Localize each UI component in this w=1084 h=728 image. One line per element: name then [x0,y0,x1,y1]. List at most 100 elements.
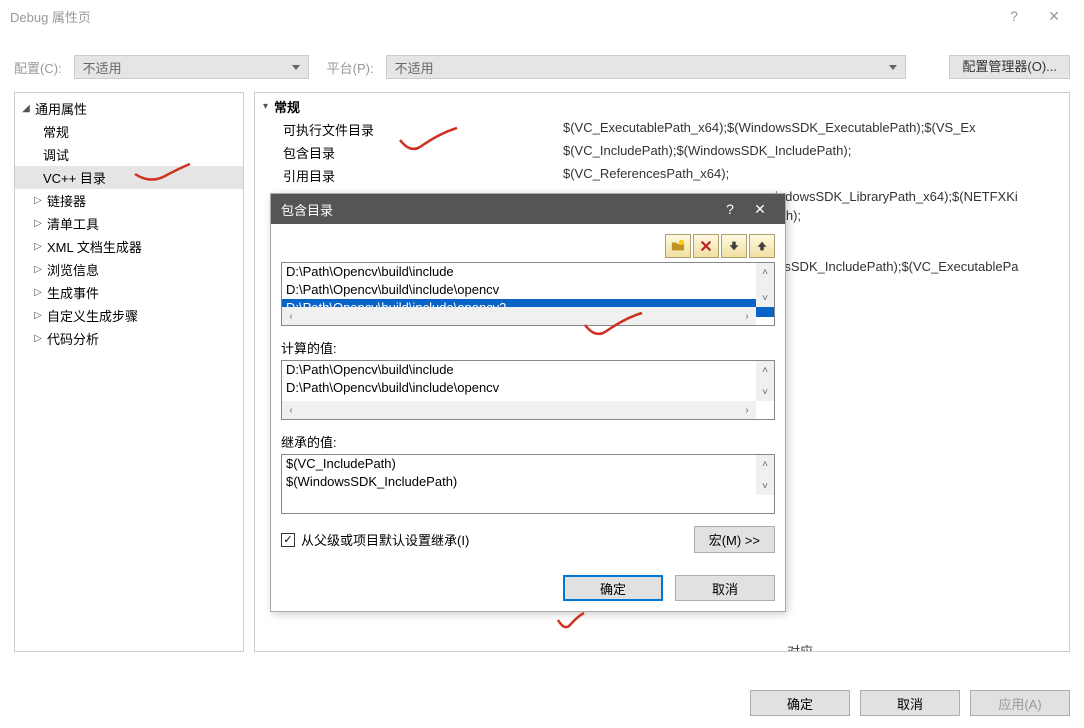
horizontal-scrollbar[interactable]: ‹ › [282,401,756,419]
scroll-up-icon[interactable]: ˄ [756,263,774,281]
toolbar: 配置(C): 不适用 平台(P): 不适用 配置管理器(O)... [0,52,1084,82]
tree-item-label: XML 文档生成器 [47,237,142,256]
expand-arrow-icon: ▷ [33,218,43,229]
tree-item-label: 浏览信息 [47,260,99,279]
inherited-listbox: $(VC_IncludePath)$(WindowsSDK_IncludePat… [281,454,775,514]
tree-item[interactable]: ▷ XML 文档生成器 [15,235,243,258]
tree-panel: ◢ 通用属性 常规调试VC++ 目录▷链接器▷清单工具▷XML 文档生成器▷浏览… [14,92,244,652]
dialog-help-button[interactable]: ? [715,201,745,217]
config-value: 不适用 [83,58,122,77]
inherited-label: 继承的值: [281,432,775,451]
horizontal-scrollbar[interactable]: ‹ › [282,307,756,325]
prop-key: 引用目录 [283,166,563,185]
dialog-header: 包含目录 ? ✕ [271,194,785,224]
tree-item-label: VC++ 目录 [43,168,106,187]
dialog-ok-button[interactable]: 确定 [563,575,663,601]
platform-value: 不适用 [395,58,434,77]
vertical-scrollbar[interactable]: ˄ ˅ [756,263,774,307]
tree-item[interactable]: ▷ 代码分析 [15,327,243,350]
window-title: Debug 属性页 [10,7,994,26]
prop-row[interactable]: 可执行文件目录$(VC_ExecutablePath_x64);$(Window… [255,118,1069,141]
expand-arrow-icon: ▷ [33,195,43,206]
dialog-toolbar [271,224,785,262]
tree-item[interactable]: VC++ 目录 [15,166,243,189]
tree-item[interactable]: ▷自定义生成步骤 [15,304,243,327]
expand-arrow-icon: ▷ [33,241,43,252]
tree-root[interactable]: ◢ 通用属性 [15,97,243,120]
vertical-scrollbar[interactable]: ˄ ˅ [756,455,774,495]
scroll-right-icon[interactable]: › [738,401,756,419]
collapse-arrow-icon: ▾ [263,101,268,112]
tree-root-label: 通用属性 [35,99,87,118]
inherit-label: 从父级或项目默认设置继承(I) [301,530,469,549]
inherit-checkbox[interactable]: ✓ [281,533,295,547]
scroll-right-icon[interactable]: › [738,307,756,325]
computed-label: 计算的值: [281,338,775,357]
scroll-down-icon[interactable]: ˅ [756,477,774,495]
close-button[interactable]: ✕ [1034,8,1074,25]
tree-item[interactable]: ▷ 链接器 [15,189,243,212]
list-item[interactable]: D:\Path\Opencv\build\include [282,263,774,281]
prop-value: indowsSDK_LibraryPath_x64);$(NETFXKi [775,189,1018,204]
prop-value: wsSDK_IncludePath);$(VC_ExecutablePa [775,259,1019,274]
scroll-left-icon[interactable]: ‹ [282,401,300,419]
list-item[interactable]: D:\Path\Opencv\build\include [282,361,774,379]
tree-item-label: 代码分析 [47,329,99,348]
delete-button[interactable] [693,234,719,258]
apply-button[interactable]: 应用(A) [970,690,1070,716]
scroll-down-icon[interactable]: ˅ [756,289,774,307]
macro-button[interactable]: 宏(M) >> [694,526,775,553]
ok-button[interactable]: 确定 [750,690,850,716]
tree-item-label: 常规 [43,122,69,141]
scroll-up-icon[interactable]: ˄ [756,361,774,379]
tree-item-label: 清单工具 [47,214,99,233]
expand-arrow-icon: ▷ [33,310,43,321]
prop-key: 包含目录 [283,143,563,162]
new-folder-button[interactable] [665,234,691,258]
tree-item[interactable]: ▷ 生成事件 [15,281,243,304]
collapse-arrow-icon: ◢ [21,103,31,114]
list-item[interactable]: $(VC_IncludePath) [282,455,774,473]
prop-row[interactable]: 引用目录$(VC_ReferencesPath_x64); [255,164,1069,187]
tree-item[interactable]: ▷ 浏览信息 [15,258,243,281]
expand-arrow-icon: ▷ [33,264,43,275]
dialog-cancel-button[interactable]: 取消 [675,575,775,601]
computed-listbox[interactable]: D:\Path\Opencv\build\includeD:\Path\Open… [281,360,775,420]
expand-arrow-icon: ▷ [33,287,43,298]
prop-row[interactable]: 包含目录$(VC_IncludePath);$(WindowsSDK_Inclu… [255,141,1069,164]
move-up-button[interactable] [749,234,775,258]
tree-item[interactable]: ▷ 清单工具 [15,212,243,235]
tree-item[interactable]: 常规 [15,120,243,143]
prop-value: $(VC_ReferencesPath_x64); [563,166,729,185]
cancel-button[interactable]: 取消 [860,690,960,716]
list-item[interactable]: D:\Path\Opencv\build\include\opencv [282,281,774,299]
paths-listbox[interactable]: D:\Path\Opencv\build\includeD:\Path\Open… [281,262,775,326]
config-combo[interactable]: 不适用 [74,55,309,79]
scroll-down-icon[interactable]: ˅ [756,383,774,401]
dialog-close-button[interactable]: ✕ [745,201,775,218]
titlebar: Debug 属性页 ? ✕ [0,0,1084,32]
tree-item-label: 链接器 [47,191,86,210]
vertical-scrollbar[interactable]: ˄ ˅ [756,361,774,401]
prop-key: 可执行文件目录 [283,120,563,139]
expand-arrow-icon: ▷ [33,333,43,344]
list-item[interactable]: D:\Path\Opencv\build\include\opencv [282,379,774,397]
tree-item-label: 调试 [43,145,69,164]
config-manager-button[interactable]: 配置管理器(O)... [949,55,1070,79]
dialog-footer: 确定 取消 [271,565,785,611]
dialog-title: 包含目录 [281,200,715,219]
help-button[interactable]: ? [994,8,1034,24]
prop-section-header[interactable]: ▾ 常规 [255,95,1069,118]
scroll-left-icon[interactable]: ‹ [282,307,300,325]
scroll-up-icon[interactable]: ˄ [756,455,774,473]
prop-value: $(VC_IncludePath);$(WindowsSDK_IncludePa… [563,143,851,162]
bottom-bar: 确定 取消 应用(A) [750,690,1070,716]
config-label: 配置(C): [14,58,62,77]
tree-item-label: 生成事件 [47,283,99,302]
platform-combo[interactable]: 不适用 [386,55,906,79]
move-down-button[interactable] [721,234,747,258]
prop-value: $(VC_ExecutablePath_x64);$(WindowsSDK_Ex… [563,120,976,139]
list-item[interactable]: $(WindowsSDK_IncludePath) [282,473,774,491]
platform-label: 平台(P): [327,58,374,77]
tree-item[interactable]: 调试 [15,143,243,166]
